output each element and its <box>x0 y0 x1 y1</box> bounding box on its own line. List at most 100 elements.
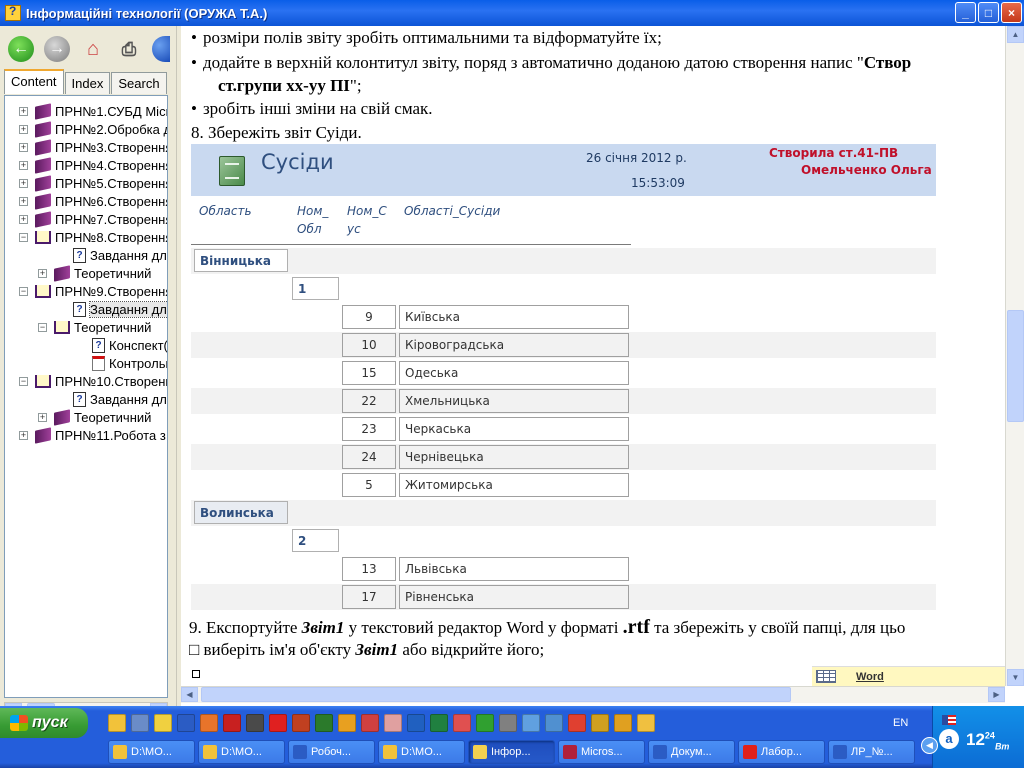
tree-item[interactable]: − Теоретичний <box>5 318 167 336</box>
scroll-up-icon[interactable]: ▲ <box>1007 26 1024 43</box>
tree-item[interactable]: ? Завдання для <box>5 390 167 408</box>
neighbor-id: 10 <box>342 333 396 357</box>
tree-item[interactable]: + ПРН№2.Обробка д <box>5 120 167 138</box>
forward-arrow-icon[interactable]: → <box>44 36 70 62</box>
expand-icon[interactable]: + <box>19 160 28 170</box>
quick-launch-icon[interactable] <box>384 714 402 732</box>
region-name: Волинська <box>194 501 288 524</box>
quick-launch-icon[interactable] <box>522 714 540 732</box>
tree-item[interactable]: + ПРН№7.Створення <box>5 210 167 228</box>
quick-launch-icon[interactable] <box>407 714 425 732</box>
expand-icon[interactable]: + <box>19 430 28 440</box>
quick-launch-icon[interactable] <box>476 714 494 732</box>
quick-launch-icon[interactable] <box>269 714 287 732</box>
home-icon[interactable]: ⌂ <box>80 36 106 62</box>
clock-day: Вт <box>994 741 1010 752</box>
content-vertical-scrollbar[interactable]: ▲ ▼ <box>1005 26 1024 686</box>
maximize-button[interactable]: □ <box>978 2 999 23</box>
quick-launch-icon[interactable] <box>131 714 149 732</box>
quick-launch-icon[interactable] <box>453 714 471 732</box>
expand-icon[interactable]: + <box>19 214 28 224</box>
quick-launch-icon[interactable] <box>338 714 356 732</box>
taskbar-button[interactable]: Робоч... <box>288 740 375 764</box>
quick-launch-icon[interactable] <box>223 714 241 732</box>
expand-icon[interactable]: + <box>19 196 28 206</box>
scroll-down-icon[interactable]: ▼ <box>1007 669 1024 686</box>
close-button[interactable]: × <box>1001 2 1022 23</box>
tab-index[interactable]: Index <box>64 72 111 94</box>
doc-bullet-1: розміри полів звіту зробіть оптимальними… <box>191 28 662 48</box>
collapse-icon[interactable]: − <box>19 376 28 386</box>
tree-item[interactable]: + Теоретичний <box>5 408 167 426</box>
content-horizontal-scrollbar[interactable]: ◀ ▶ <box>181 686 1005 703</box>
quick-launch-icon[interactable] <box>177 714 195 732</box>
expand-icon[interactable]: + <box>19 106 28 116</box>
taskbar-button[interactable]: Докум... <box>648 740 735 764</box>
taskbar-button[interactable]: D:\МО... <box>378 740 465 764</box>
quick-launch-icon[interactable] <box>200 714 218 732</box>
us-flag-icon[interactable] <box>942 715 956 725</box>
book-closed-icon <box>35 156 51 174</box>
taskbar-button[interactable]: Інфор... <box>468 740 555 764</box>
tree-item[interactable]: Контрольні <box>5 354 167 372</box>
tree-item[interactable]: − ПРН№9.Створення <box>5 282 167 300</box>
print-icon[interactable]: ⎙ <box>116 36 142 62</box>
tray-expand-icon[interactable]: ◀ <box>921 737 938 754</box>
scroll-left-icon[interactable]: ◀ <box>181 687 198 702</box>
collapse-icon[interactable]: − <box>19 232 28 242</box>
quick-launch-icon[interactable] <box>568 714 586 732</box>
expand-icon[interactable]: + <box>38 268 47 278</box>
quick-launch-icon[interactable] <box>591 714 609 732</box>
quick-launch-icon[interactable] <box>246 714 264 732</box>
quick-launch-icon[interactable] <box>430 714 448 732</box>
taskbar-button[interactable]: Лабор... <box>738 740 825 764</box>
back-arrow-icon[interactable]: ← <box>8 36 34 62</box>
quick-launch-icon[interactable] <box>545 714 563 732</box>
quick-launch-icon[interactable] <box>154 714 172 732</box>
quick-launch-icon[interactable] <box>361 714 379 732</box>
tree-item[interactable]: − ПРН№10.Створенн <box>5 372 167 390</box>
minimize-button[interactable]: _ <box>955 2 976 23</box>
collapse-icon[interactable]: − <box>19 286 28 296</box>
quick-launch-icon[interactable] <box>315 714 333 732</box>
options-icon[interactable] <box>152 36 170 62</box>
tray-app-icon[interactable]: a <box>939 729 959 749</box>
collapse-icon[interactable]: − <box>38 322 47 332</box>
scroll-right-icon[interactable]: ▶ <box>988 687 1005 702</box>
expand-icon[interactable]: + <box>19 142 28 152</box>
expand-icon[interactable]: + <box>19 178 28 188</box>
tree-item[interactable]: + ПРН№11.Робота з <box>5 426 167 444</box>
tree-item[interactable]: + ПРН№4.Створення <box>5 156 167 174</box>
tree-item[interactable]: + Теоретичний <box>5 264 167 282</box>
tree-item[interactable]: − ПРН№8.Створення <box>5 228 167 246</box>
tree-item[interactable]: + ПРН№5.Створення <box>5 174 167 192</box>
taskbar-button[interactable]: Micros... <box>558 740 645 764</box>
clock[interactable]: 1224Вт <box>966 730 1009 751</box>
vertical-scroll-thumb[interactable] <box>1007 310 1024 422</box>
tree-item[interactable]: + ПРН№1.СУБД Micro <box>5 102 167 120</box>
taskbar-button[interactable]: D:\МО... <box>198 740 285 764</box>
quick-launch-icon[interactable] <box>637 714 655 732</box>
language-indicator[interactable]: EN <box>893 717 908 729</box>
report-time: 15:53:09 <box>631 176 685 190</box>
tree-item[interactable]: ? Завдання для <box>5 300 167 318</box>
tree-item[interactable]: + ПРН№3.Створення <box>5 138 167 156</box>
window-title-bar[interactable]: Інформаційні технології (ОРУЖА Т.А.) _ □… <box>0 0 1024 26</box>
start-button[interactable]: пуск <box>0 708 88 738</box>
tree-item[interactable]: ?Конспект(З <box>5 336 167 354</box>
quick-launch-icon[interactable] <box>614 714 632 732</box>
taskbar-button[interactable]: D:\МО... <box>108 740 195 764</box>
tab-content[interactable]: Content <box>4 69 64 94</box>
book-closed-icon <box>35 192 51 210</box>
taskbar-button[interactable]: ЛР_№... <box>828 740 915 764</box>
tab-search[interactable]: Search <box>111 72 167 94</box>
word-export-button[interactable]: Word <box>812 666 1005 686</box>
quick-launch-icon[interactable] <box>108 714 126 732</box>
quick-launch-icon[interactable] <box>292 714 310 732</box>
tree-item[interactable]: ? Завдання для <box>5 246 167 264</box>
quick-launch-icon[interactable] <box>499 714 517 732</box>
expand-icon[interactable]: + <box>19 124 28 134</box>
horizontal-scroll-thumb[interactable] <box>201 687 791 702</box>
tree-item[interactable]: + ПРН№6.Створення <box>5 192 167 210</box>
expand-icon[interactable]: + <box>38 412 47 422</box>
